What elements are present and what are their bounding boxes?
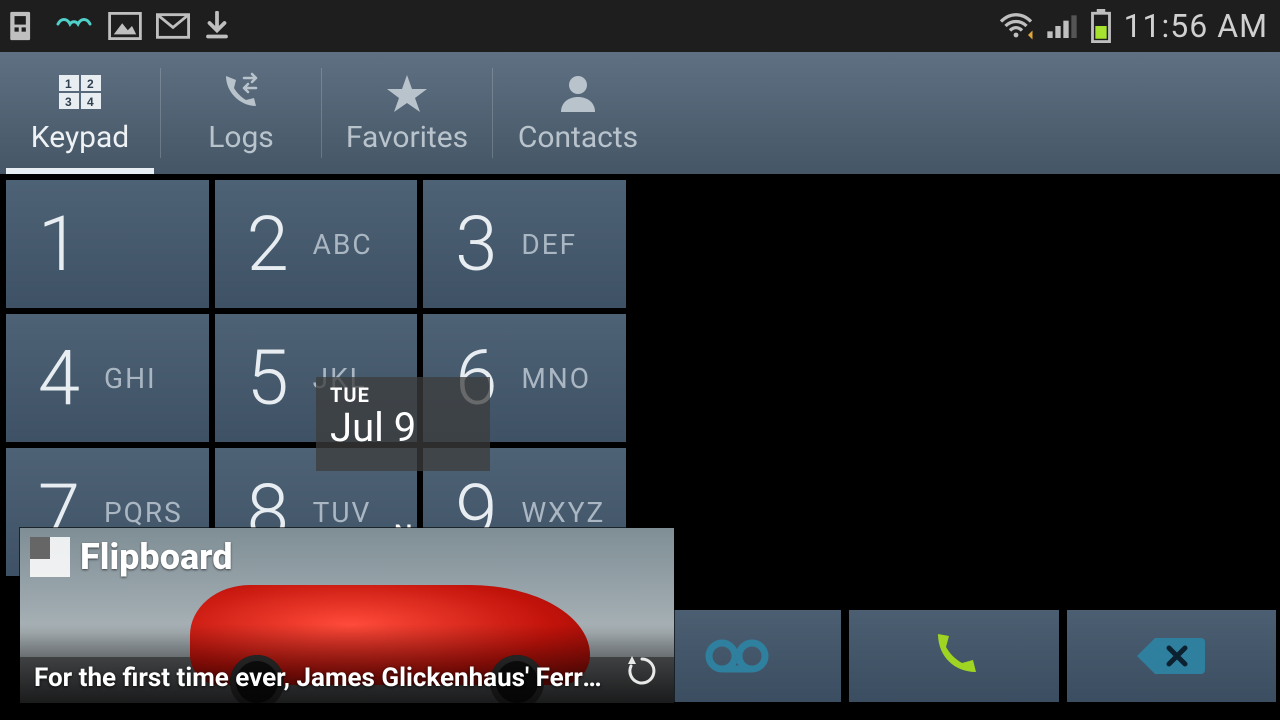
key-num: 2	[233, 206, 303, 282]
gmail-icon	[156, 13, 190, 39]
backspace-button[interactable]	[1067, 610, 1276, 702]
sim-icon	[6, 9, 40, 43]
key-4[interactable]: 4 GHI	[6, 314, 209, 442]
clock-text: 11:56 AM	[1124, 7, 1268, 45]
svg-text:1: 1	[65, 77, 72, 91]
keypad-grid-icon: 1 2 3 4	[56, 72, 104, 114]
refresh-button[interactable]	[622, 651, 662, 691]
star-icon	[383, 72, 431, 114]
date-month-day: Jul 9	[330, 407, 476, 449]
tab-favorites-label: Favorites	[346, 120, 468, 155]
battery-icon	[1090, 9, 1112, 43]
phone-arrows-icon	[217, 72, 265, 114]
svg-text:3: 3	[65, 95, 72, 109]
flipboard-mark-icon	[30, 537, 70, 577]
tab-logs-label: Logs	[208, 120, 274, 155]
voicemail-icon	[702, 634, 772, 678]
signal-icon	[1046, 12, 1078, 40]
key-letters: DEF	[521, 228, 577, 261]
key-2[interactable]: 2 ABC	[215, 180, 418, 308]
glasses-icon	[54, 14, 94, 38]
key-num: 1	[24, 206, 94, 282]
key-num: 5	[233, 340, 303, 416]
flipboard-headline: For the first time ever, James Glickenha…	[34, 663, 614, 693]
key-1[interactable]: 1	[6, 180, 209, 308]
flipboard-brand-text: Flipboard	[80, 536, 233, 578]
key-letters: TUV	[313, 496, 372, 529]
tab-favorites[interactable]: Favorites	[322, 52, 492, 174]
key-letters: PQRS	[104, 496, 183, 529]
svg-text:2: 2	[87, 77, 94, 91]
flipboard-logo: Flipboard	[30, 536, 233, 578]
tab-contacts[interactable]: Contacts	[493, 52, 663, 174]
phone-icon	[924, 626, 984, 686]
key-num: 4	[24, 340, 94, 416]
key-letters: MNO	[521, 362, 591, 395]
tab-keypad-label: Keypad	[31, 120, 129, 155]
wifi-icon	[998, 12, 1034, 40]
key-letters: GHI	[104, 362, 157, 395]
backspace-icon	[1133, 632, 1209, 680]
refresh-icon	[625, 654, 659, 688]
dialer-tab-bar: 1 2 3 4 Keypad Logs Favorites Contacts	[0, 52, 1280, 174]
dialer-actions	[632, 610, 1276, 702]
flipboard-card[interactable]: Flipboard For the first time ever, James…	[20, 528, 674, 703]
key-letters: WXYZ	[521, 496, 605, 529]
call-button[interactable]	[849, 610, 1058, 702]
key-num: 3	[441, 206, 511, 282]
tab-keypad[interactable]: 1 2 3 4 Keypad	[0, 52, 160, 174]
svg-text:4: 4	[87, 95, 94, 109]
date-widget[interactable]: TUE Jul 9	[316, 377, 490, 471]
person-icon	[554, 72, 602, 114]
gallery-icon	[108, 12, 142, 40]
status-bar: 11:56 AM	[0, 0, 1280, 52]
tab-contacts-label: Contacts	[518, 120, 638, 155]
tab-logs[interactable]: Logs	[161, 52, 321, 174]
key-3[interactable]: 3 DEF	[423, 180, 626, 308]
key-letters: ABC	[313, 228, 373, 261]
download-icon	[204, 11, 230, 41]
